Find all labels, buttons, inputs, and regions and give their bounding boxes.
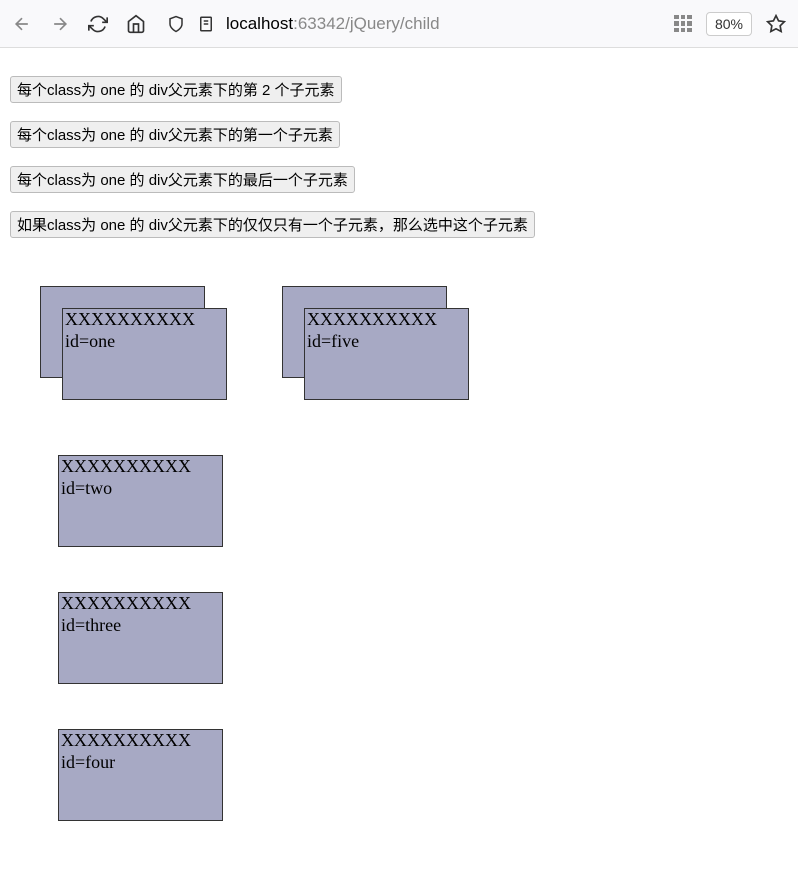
box-four-id: id=four [59,752,222,774]
forward-icon[interactable] [50,14,70,34]
url-text: localhost:63342/jQuery/child [226,14,440,34]
box-three-wrap: XXXXXXXXXX id=three [58,592,788,684]
box-five-stack: XXXXXXXXXX id=five [282,286,469,400]
btn-nth-child-2[interactable]: 每个class为 one 的 div父元素下的第 2 个子元素 [10,76,342,103]
browser-toolbar: localhost:63342/jQuery/child 80% [0,0,798,48]
nav-buttons [12,14,146,34]
stacked-pair-row: XXXXXXXXXX id=one XXXXXXXXXX id=five [40,286,788,400]
zoom-badge[interactable]: 80% [706,12,752,36]
box-four-wrap: XXXXXXXXXX id=four [58,729,788,821]
box-two: XXXXXXXXXX id=two [58,455,223,547]
box-three-xlabel: XXXXXXXXXX [59,593,222,615]
box-five: XXXXXXXXXX id=five [304,308,469,400]
star-icon[interactable] [766,14,786,34]
right-controls: 80% [674,12,786,36]
btn-first-child[interactable]: 每个class为 one 的 div父元素下的第一个子元素 [10,121,340,148]
box-two-xlabel: XXXXXXXXXX [59,456,222,478]
box-five-xlabel: XXXXXXXXXX [305,309,468,331]
box-one-stack: XXXXXXXXXX id=one [40,286,227,400]
url-bar[interactable]: localhost:63342/jQuery/child [158,14,662,34]
boxes-area: XXXXXXXXXX id=one XXXXXXXXXX id=five XXX… [10,256,788,821]
btn-last-child[interactable]: 每个class为 one 的 div父元素下的最后一个子元素 [10,166,355,193]
box-one-id: id=one [63,331,226,353]
box-four-xlabel: XXXXXXXXXX [59,730,222,752]
qr-icon[interactable] [674,15,692,33]
box-five-id: id=five [305,331,468,353]
page-content: 每个class为 one 的 div父元素下的第 2 个子元素 每个class为… [0,48,798,876]
shield-icon[interactable] [166,14,186,34]
box-two-id: id=two [59,478,222,500]
url-path: :63342/jQuery/child [293,14,439,33]
btn-only-child[interactable]: 如果class为 one 的 div父元素下的仅仅只有一个子元素，那么选中这个子… [10,211,535,238]
home-icon[interactable] [126,14,146,34]
back-icon[interactable] [12,14,32,34]
reload-icon[interactable] [88,14,108,34]
box-two-wrap: XXXXXXXXXX id=two [58,455,788,547]
box-three: XXXXXXXXXX id=three [58,592,223,684]
box-one: XXXXXXXXXX id=one [62,308,227,400]
box-one-xlabel: XXXXXXXXXX [63,309,226,331]
box-four: XXXXXXXXXX id=four [58,729,223,821]
box-three-id: id=three [59,615,222,637]
url-host: localhost [226,14,293,33]
page-icon [196,14,216,34]
